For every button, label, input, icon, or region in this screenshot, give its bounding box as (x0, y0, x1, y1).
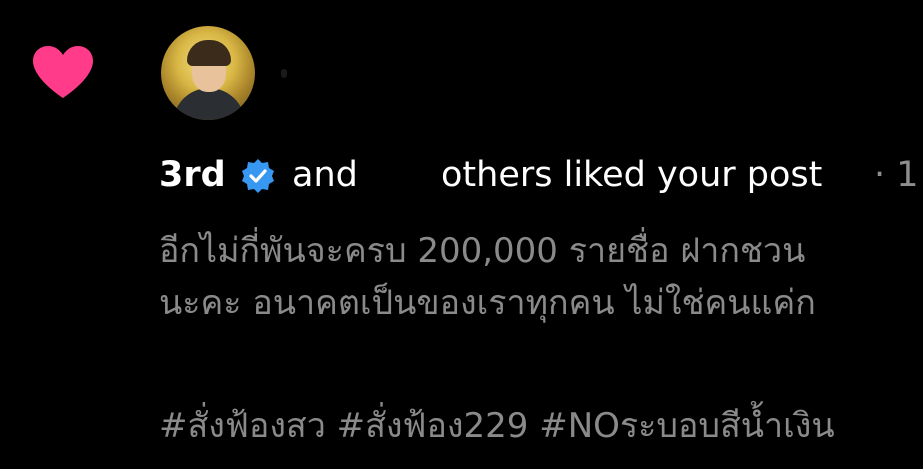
timestamp: · 1 (874, 155, 919, 195)
heart-icon (33, 46, 93, 98)
heart-shape (33, 46, 93, 98)
post-hashtags[interactable]: #สั่งฟ้องสว #สั่งฟ้อง229 #NOระบอบสีน้ำเง… (159, 400, 835, 452)
and-text: and (292, 155, 358, 195)
post-caption: อีกไม่กี่พันจะครบ 200,000 รายชื่อ ฝากชวน… (159, 225, 816, 329)
avatar-shirt (173, 88, 245, 120)
others-liked-text: others liked your post (441, 155, 823, 195)
avatar[interactable] (161, 26, 255, 120)
caption-line: อีกไม่กี่พันจะครบ 200,000 รายชื่อ ฝากชวน (159, 231, 806, 271)
caption-line: นะคะ อนาคตเป็นของเราทุกคน ไม่ใช่คนแค่ก (159, 283, 816, 323)
avatar-hair (187, 40, 231, 66)
small-mark (281, 69, 287, 78)
verified-badge-shape (242, 159, 274, 193)
verified-badge-icon (242, 159, 274, 193)
username-link[interactable]: 3rd (159, 152, 226, 198)
